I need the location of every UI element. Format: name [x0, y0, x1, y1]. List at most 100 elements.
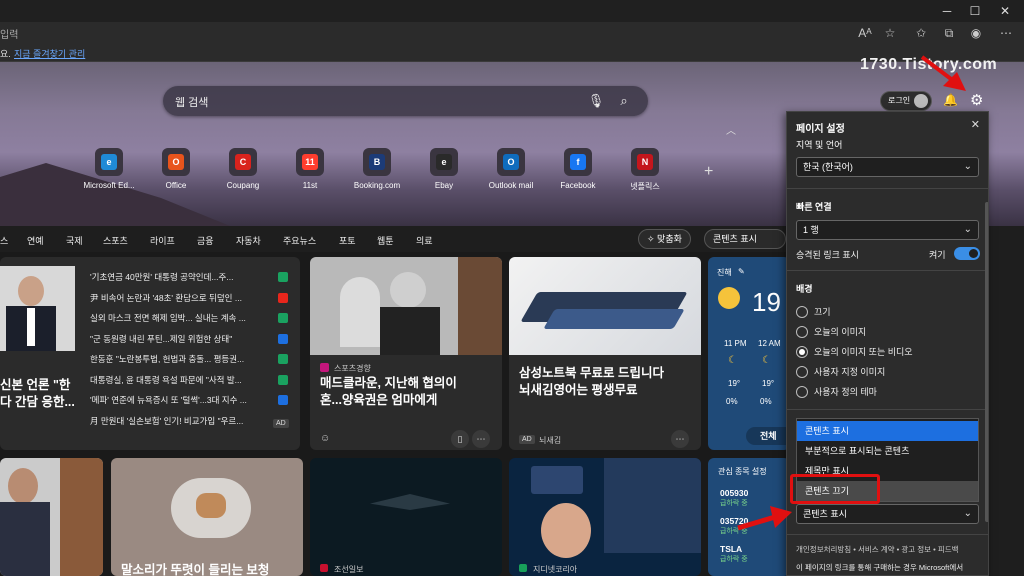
- panel-scrollbar[interactable]: [985, 202, 988, 522]
- more-options-icon[interactable]: ⋯: [472, 430, 490, 448]
- news-list-item[interactable]: 한동훈 "노란봉투법, 헌법과 충돌... 평등권...: [90, 353, 290, 365]
- card2-headline-line2: 혼...양육권은 엄마에게: [320, 393, 438, 407]
- bg-option-4[interactable]: 사용자 정의 테마: [796, 385, 877, 399]
- nav-item-7[interactable]: 주요뉴스: [283, 234, 316, 247]
- microphone-icon[interactable]: 🎙: [587, 92, 605, 110]
- search-icon[interactable]: ⌕: [615, 92, 633, 110]
- quicklink-7[interactable]: f Facebook: [543, 148, 613, 190]
- quicklink-label: Booking.com: [353, 181, 401, 190]
- promoted-links-toggle[interactable]: [954, 247, 980, 260]
- stocks-title[interactable]: 관심 종목 설정: [718, 466, 767, 477]
- personalize-label: 맞춤화: [657, 234, 682, 244]
- news-list-item[interactable]: 대통령실, 윤 대통령 욕설 파문에 "사적 발...: [90, 374, 290, 386]
- nav-item-10[interactable]: 의료: [416, 234, 433, 247]
- stock-item[interactable]: 005930 급하락 중: [720, 488, 748, 508]
- stock-code: 005930: [720, 488, 749, 498]
- news-source-icon: [278, 272, 288, 282]
- login-button[interactable]: 로그인: [880, 91, 932, 111]
- news-list-item[interactable]: '기초연금 40만원' 대통령 공약인데...주...: [90, 271, 290, 283]
- card3-more-icon[interactable]: ⋯: [671, 430, 689, 448]
- maximize-icon[interactable]: ☐: [966, 2, 984, 20]
- quicklink-8[interactable]: N 넷플릭스: [610, 148, 680, 192]
- more-menu-icon[interactable]: ⋯: [998, 25, 1014, 41]
- news-list-item[interactable]: "군 동원령 내린 푸틴...제일 위험한 상태": [90, 333, 290, 345]
- bottom-card-aircraft[interactable]: 조선일보: [310, 458, 502, 576]
- nav-item-0[interactable]: 스: [0, 234, 8, 247]
- stock-item[interactable]: TSLA 급하락 중: [720, 544, 748, 564]
- close-icon[interactable]: ✕: [971, 118, 980, 131]
- weather-temp: 19: [752, 287, 781, 317]
- quicklink-3[interactable]: 11 11st: [275, 148, 345, 190]
- collections-icon[interactable]: ⧉: [941, 25, 957, 41]
- content-visibility-select[interactable]: 콘텐츠 표시 ⌄: [796, 504, 979, 524]
- news-list-item[interactable]: 月 만원대 '실손보험' 인기! 비교가입 "우르...: [90, 415, 290, 427]
- quicklink-5[interactable]: e Ebay: [409, 148, 479, 190]
- footer-links[interactable]: 개인정보처리방침 • 서비스 계약 • 광고 정보 • 피드백: [796, 544, 959, 555]
- chevron-down-icon: ⌄: [963, 508, 972, 519]
- collapse-chevron-icon[interactable]: ︿: [726, 122, 736, 137]
- manage-favorites-link[interactable]: 지금 즐겨찾기 관리: [14, 47, 85, 60]
- close-window-icon[interactable]: ✕: [996, 2, 1014, 20]
- nav-item-5[interactable]: 금융: [197, 234, 214, 247]
- save-icon[interactable]: ▯: [451, 430, 469, 448]
- gear-icon[interactable]: ⚙: [970, 91, 983, 109]
- search-box[interactable]: 웹 검색 🎙 ⌕: [163, 86, 648, 116]
- bg-option-1[interactable]: 오늘의 이미지: [796, 325, 866, 339]
- quicklink-1[interactable]: O Office: [141, 148, 211, 190]
- profile-avatar-icon[interactable]: ◉: [968, 25, 984, 41]
- notification-bell-icon[interactable]: 🔔: [943, 93, 958, 107]
- left-headline[interactable]: 신본 언론 "한 다 간담 응한...: [0, 377, 80, 411]
- weather-edit-icon[interactable]: ✎: [738, 267, 745, 276]
- quicklink-6[interactable]: O Outlook mail: [476, 148, 546, 190]
- quicklink-label: Coupang: [226, 181, 260, 190]
- news-photo[interactable]: [0, 266, 75, 351]
- news-list-item[interactable]: 실외 마스크 전면 해제 임박... 실내는 계속 ...: [90, 312, 290, 324]
- collections-star-icon[interactable]: ✩: [913, 25, 929, 41]
- bg-option-3[interactable]: 사용자 지정 이미지: [796, 365, 885, 379]
- quicklink-0[interactable]: e Microsoft Ed...: [74, 148, 144, 190]
- radio-icon: [796, 366, 808, 378]
- personalize-button[interactable]: ✧ 맞춤화: [638, 229, 691, 249]
- news-list-item[interactable]: 尹 비속어 논란과 '48초' 환담으로 뒤덮인 ...: [90, 292, 290, 304]
- quicklink-2[interactable]: C Coupang: [208, 148, 278, 190]
- content-show-button[interactable]: 콘텐츠 표시: [704, 229, 786, 249]
- bg-option-2[interactable]: 오늘의 이미지 또는 비디오: [796, 345, 913, 359]
- carousel-dots[interactable]: [82, 441, 132, 446]
- quicklink-4[interactable]: B Booking.com: [342, 148, 412, 190]
- quicklink-tile: O: [162, 148, 190, 176]
- quicklink-logo-icon: e: [101, 154, 117, 170]
- add-shortcut-icon[interactable]: +: [704, 163, 713, 181]
- quicklink-logo-icon: O: [168, 154, 184, 170]
- nav-item-8[interactable]: 포토: [339, 234, 356, 247]
- nav-item-6[interactable]: 자동차: [236, 234, 261, 247]
- nav-item-9[interactable]: 웹툰: [377, 234, 394, 247]
- address-input[interactable]: 입력: [0, 26, 18, 41]
- news-list-item[interactable]: '메파' 연준에 뉴욕증시 또 '털썩'...3대 지수 ...: [90, 394, 290, 406]
- minimize-icon[interactable]: ─: [938, 2, 956, 20]
- stock-item[interactable]: 035720 급하락 중: [720, 516, 748, 536]
- bg-section: 배경: [796, 284, 813, 294]
- ad-card-samsung[interactable]: 삼성노트북 무료로 드립니다 뇌새김영어는 평생무료 AD 뇌새김 ⋯: [509, 257, 701, 450]
- bottom-card-hearing-aid[interactable]: 말소리가 뚜렷이 들리는 보청: [111, 458, 303, 576]
- search-input[interactable]: 웹 검색: [175, 94, 208, 110]
- quick-links-select[interactable]: 1 행 ⌄: [796, 220, 979, 240]
- nav-item-2[interactable]: 국제: [66, 234, 83, 247]
- bottom-card-wow[interactable]: 지디넷코리아: [509, 458, 701, 576]
- content-option-1[interactable]: 부분적으로 표시되는 콘텐츠: [797, 441, 978, 461]
- address-bar: 입력 Aᴬ ☆ ✩ ⧉ ◉ ⋯: [0, 22, 1024, 44]
- weather-card[interactable]: 진해 ✎ 19 11 PM 12 AM ☾ ☾ 19° 19° 0% 0% 전체: [708, 257, 790, 450]
- stocks-card[interactable]: 관심 종목 설정 005930 급하락 중 035720 급하락 중 TSLA 급하락 중: [708, 458, 790, 576]
- content-option-0[interactable]: 콘텐츠 표시: [797, 421, 978, 441]
- favorite-star-icon[interactable]: ☆: [882, 25, 898, 41]
- news-card-entertainment[interactable]: 스포츠경향 매드클라운, 지난해 협의이 혼...양육권은 엄마에게 ☺ ▯ ⋯: [310, 257, 502, 450]
- language-select[interactable]: 한국 (한국어) ⌄: [796, 157, 979, 177]
- bg-option-0[interactable]: 끄기: [796, 305, 831, 319]
- nav-item-3[interactable]: 스포츠: [103, 234, 128, 247]
- reaction-icon[interactable]: ☺: [320, 433, 330, 444]
- nav-item-1[interactable]: 연예: [27, 234, 44, 247]
- nav-item-4[interactable]: 라이프: [150, 234, 175, 247]
- quicklink-tile: B: [363, 148, 391, 176]
- read-aloud-icon[interactable]: Aᴬ: [857, 25, 873, 41]
- weather-full-button[interactable]: 전체: [746, 427, 790, 445]
- bottom-card-1[interactable]: [0, 458, 103, 576]
